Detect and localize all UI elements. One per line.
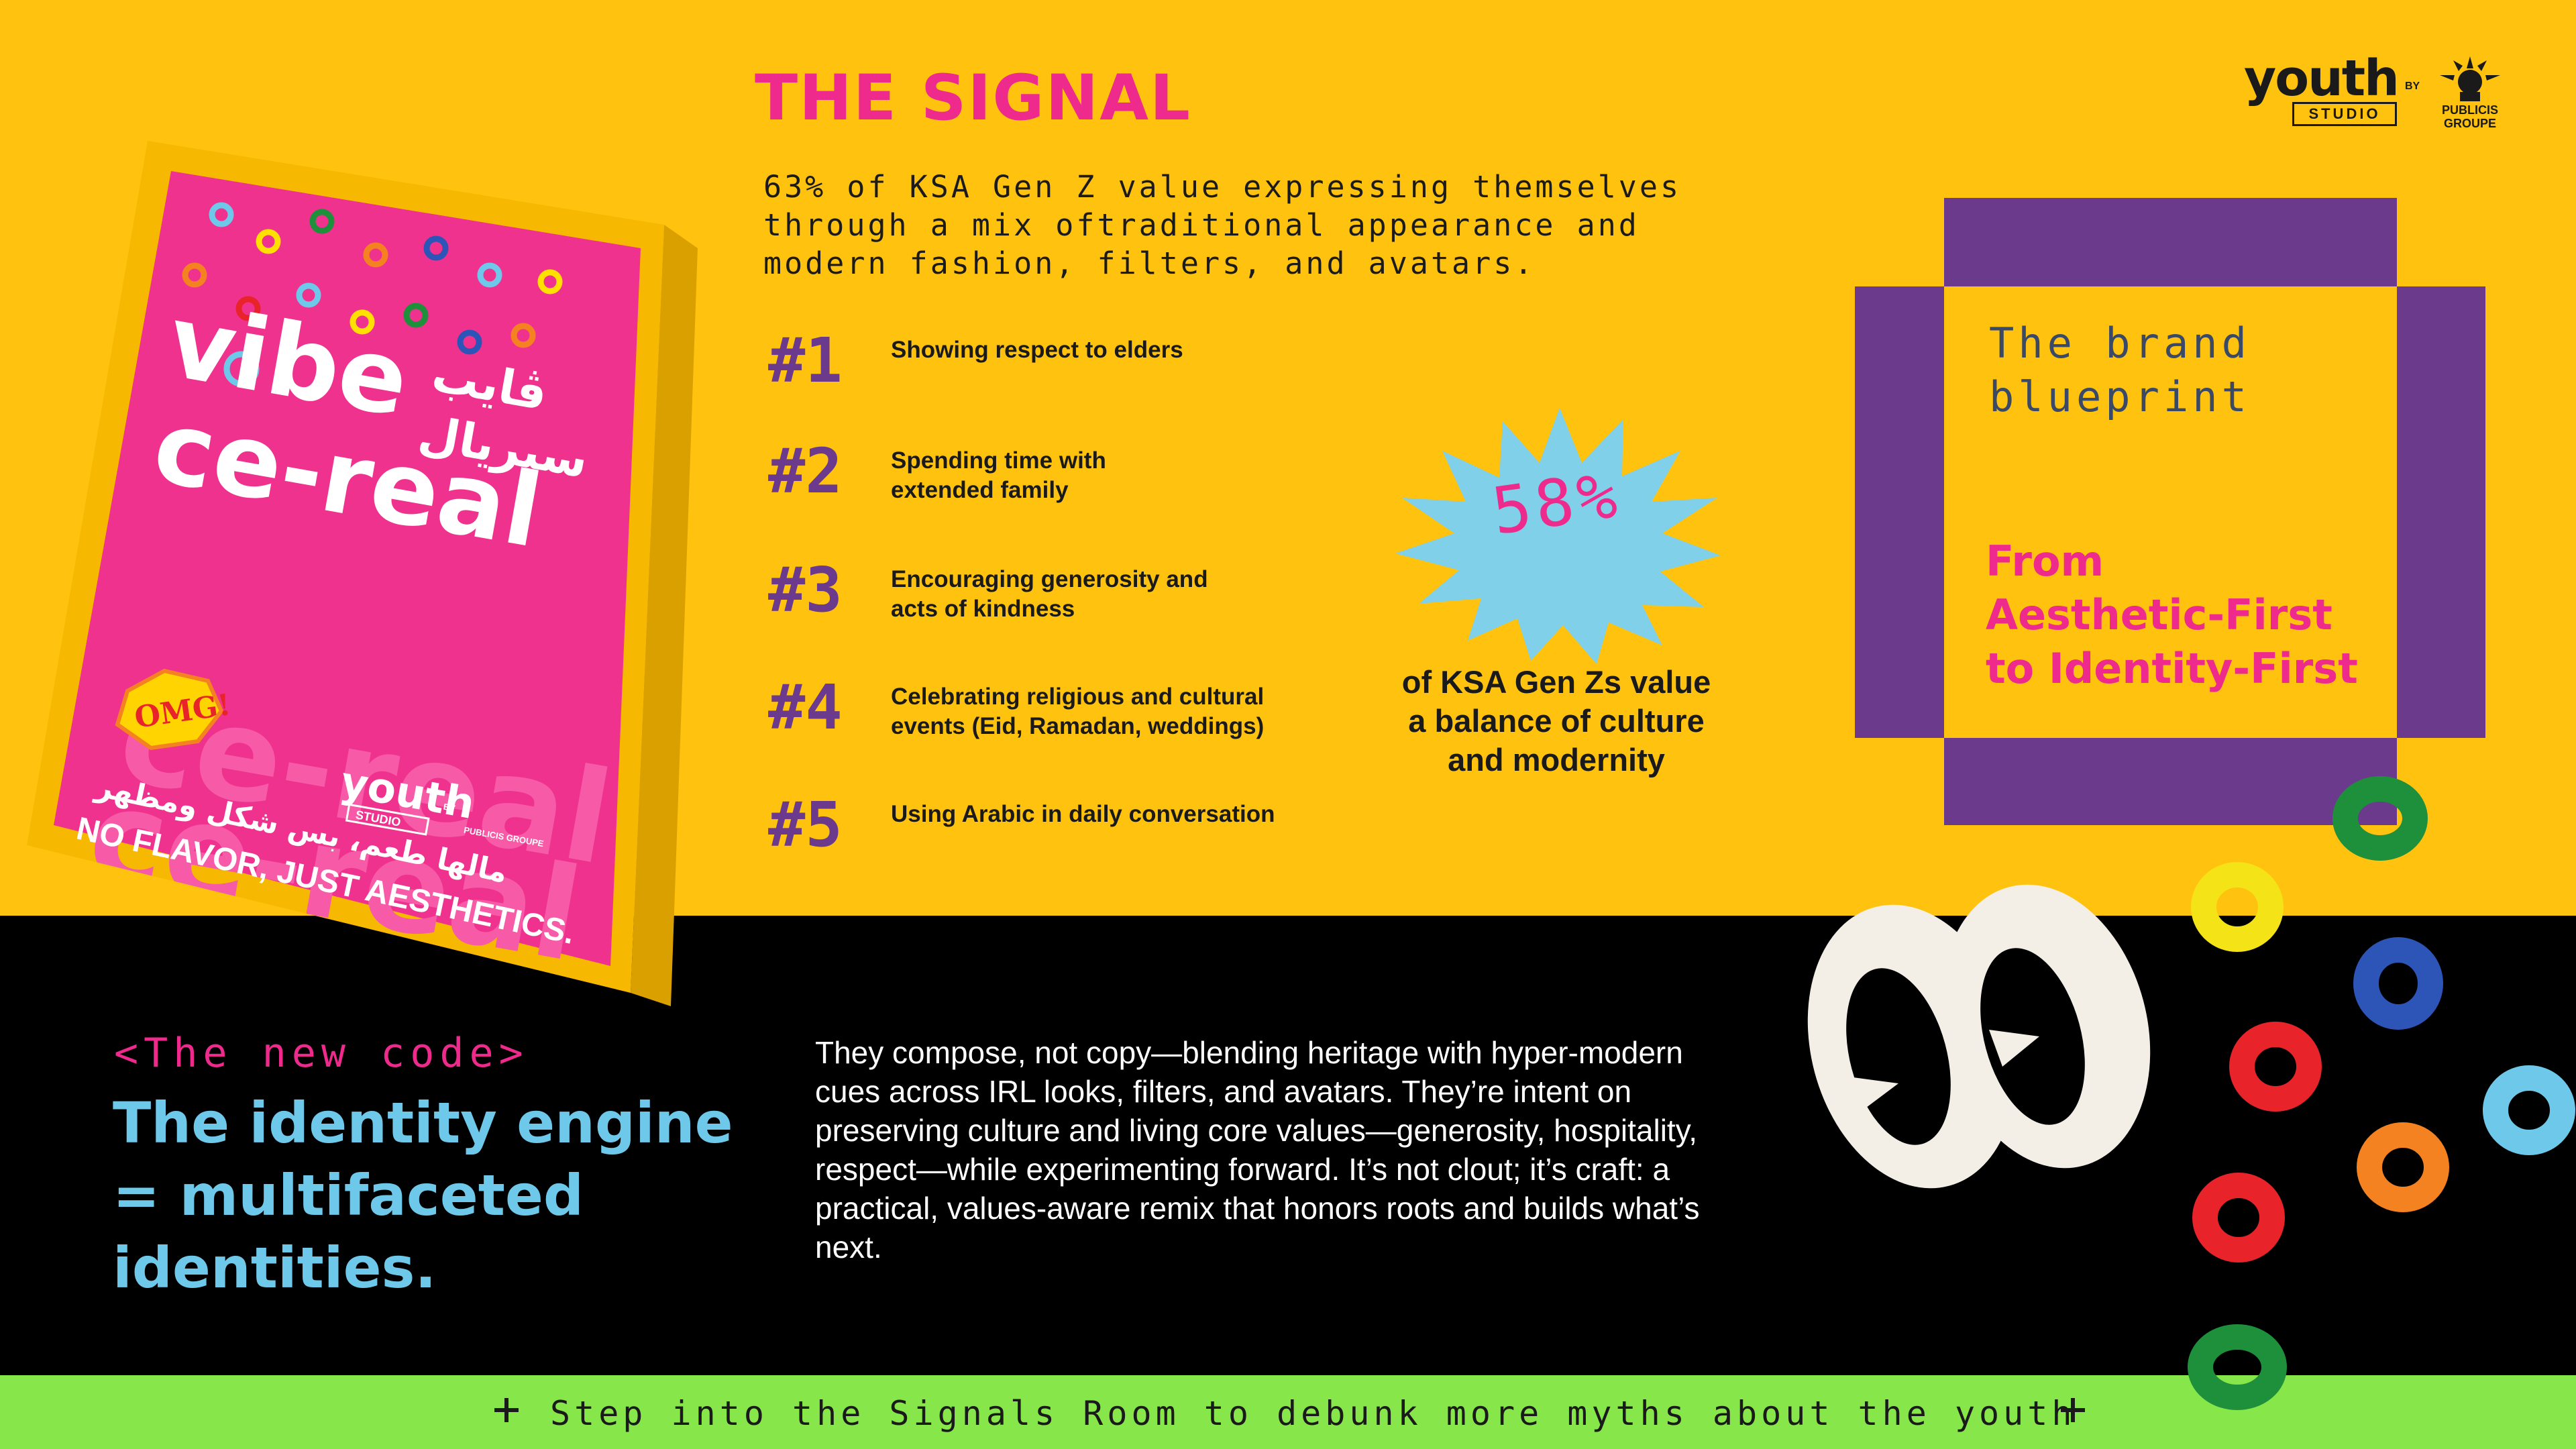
cereal-box-graphic: ce-real ce-real vibe ce-real ڤايب سيريال… [27, 141, 698, 1006]
logo-partner-label: PUBLICIS GROUPE [2441, 103, 2498, 130]
logo-wordmark: youth [2244, 50, 2400, 107]
stat-value: 58% [1487, 457, 1625, 549]
rank-item-2: #2 Spending time with extended family [768, 438, 1338, 512]
rank-item-3: #3 Encouraging generosity and acts of ki… [768, 557, 1338, 631]
section-body: They compose, not copy—blending heritage… [815, 1035, 1700, 1265]
rank-number: #5 [768, 789, 843, 861]
rank-number: #4 [768, 672, 843, 743]
stat-starburst: 58% [1382, 402, 1731, 604]
youth-studio-logo[interactable]: youth STUDIO BY PUBLICIS GROUPE [2244, 50, 2512, 130]
blueprint-tag: The brand blueprint [1989, 319, 2251, 421]
rank-label: Encouraging generosity and acts of kindn… [891, 566, 1208, 622]
rank-item-5: #5 Using Arabic in daily conversation [768, 792, 1338, 865]
intro-text: 63% of KSA Gen Z value expressing themse… [763, 169, 1682, 281]
logo-by-label: BY [2405, 80, 2420, 92]
sparkle-icon [494, 1398, 519, 1422]
rank-label: Spending time with extended family [891, 447, 1106, 503]
section-tag: <The new code> [114, 1030, 529, 1077]
publicis-lion-icon [2440, 56, 2500, 101]
rank-label: Showing respect to elders [891, 337, 1183, 363]
page-title: THE SIGNAL [755, 62, 1191, 135]
box-brand-by: BY [443, 802, 457, 814]
rank-number: #2 [768, 435, 843, 507]
rank-label: Using Arabic in daily conversation [891, 801, 1275, 827]
sparkle-icon [2061, 1398, 2085, 1422]
logo-studio-label: STUDIO [2292, 102, 2397, 126]
cereal-box-image: ce-real ce-real vibe ce-real ڤايب سيريال… [27, 141, 698, 1006]
section-title: The identity engine = multifaceted ident… [113, 1090, 733, 1301]
rank-number: #3 [768, 554, 843, 626]
rank-number: #1 [768, 325, 843, 396]
rank-item-4: #4 Celebrating religious and cultural ev… [768, 674, 1338, 748]
rank-item-1: #1 Showing respect to elders [768, 327, 1338, 401]
footer-cta-link[interactable]: Step into the Signals Room to debunk mor… [550, 1394, 2076, 1433]
infographic-page: youth STUDIO BY PUBLICIS GROUPE THE SIGN… [0, 0, 2576, 1449]
stat-caption: of KSA Gen Zs value a balance of culture… [1401, 664, 1711, 777]
rank-label: Celebrating religious and cultural event… [891, 684, 1265, 739]
blueprint-headline: From Aesthetic-First to Identity-First [1986, 537, 2358, 693]
